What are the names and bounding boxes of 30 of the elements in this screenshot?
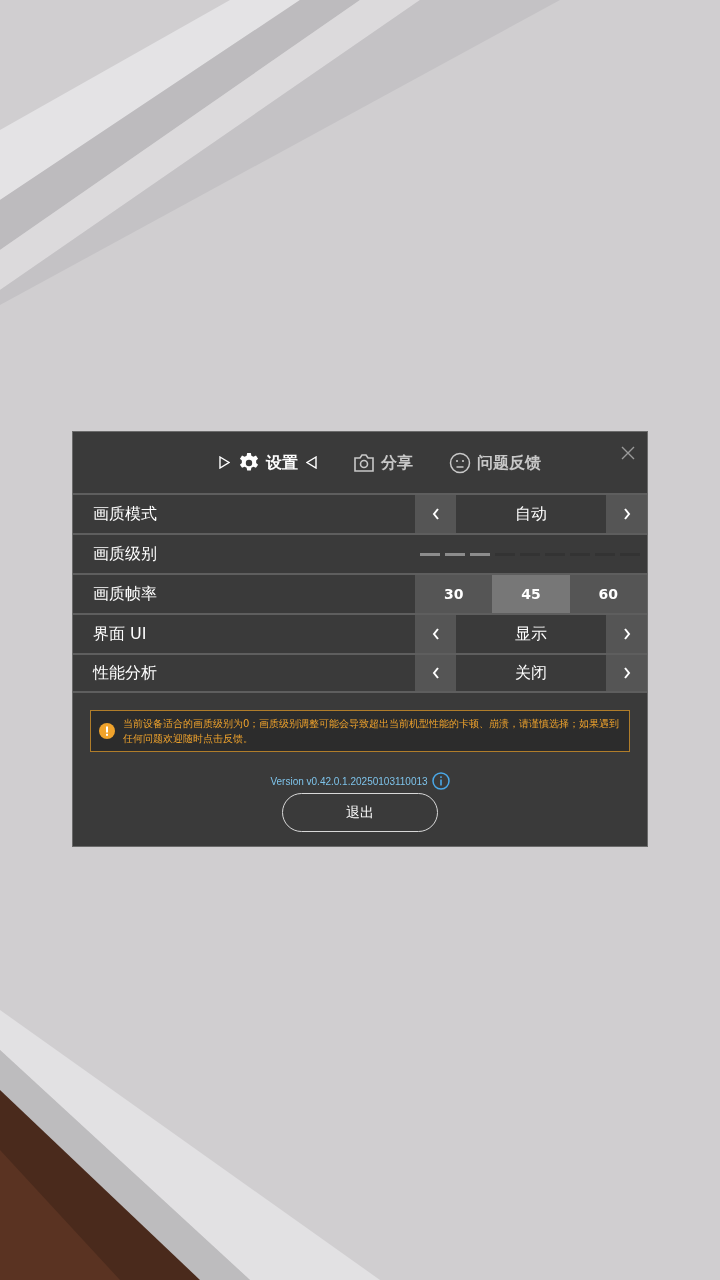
next-button[interactable] — [606, 655, 647, 691]
triangle-right-icon — [219, 456, 230, 469]
setting-label: 界面 UI — [92, 623, 148, 645]
previous-button[interactable] — [415, 655, 456, 691]
tab[interactable]: 设置 — [238, 450, 298, 475]
setting-value: 自动 — [514, 503, 548, 525]
tab[interactable]: 分享 — [353, 450, 413, 475]
close-icon[interactable] — [621, 446, 635, 460]
notice-text: 当前设备适合的画质级别为0；画质级别调整可能会导致超出当前机型性能的卡顿、崩溃，请谨慎选择；如果遇到任何问题欢迎随时点击反馈。 — [123, 717, 621, 746]
triangle-left-icon — [306, 456, 317, 469]
frame-rate-option[interactable]: 45 — [492, 575, 570, 613]
warning-icon — [99, 723, 115, 739]
gear-icon — [238, 451, 260, 474]
setting-label: 画质帧率 — [92, 583, 158, 605]
info-icon[interactable] — [431, 772, 450, 790]
frame-rate-option[interactable]: 30 — [415, 575, 493, 613]
face-icon — [449, 451, 471, 474]
next-button[interactable] — [606, 495, 647, 533]
setting-value: 显示 — [514, 623, 548, 645]
setting-label: 画质级别 — [92, 543, 158, 565]
tab[interactable]: 问题反馈 — [449, 450, 541, 475]
previous-button[interactable] — [415, 495, 456, 533]
setting-value: 关闭 — [514, 662, 548, 684]
previous-button[interactable] — [415, 615, 456, 653]
setting-label: 画质模式 — [92, 503, 158, 525]
next-button[interactable] — [606, 615, 647, 653]
setting-label: 性能分析 — [91, 662, 158, 684]
frame-rate-option[interactable]: 60 — [569, 575, 647, 613]
camera-icon — [353, 452, 375, 473]
version-text: Version v0.42.0.1.20250103110013 — [270, 774, 428, 789]
